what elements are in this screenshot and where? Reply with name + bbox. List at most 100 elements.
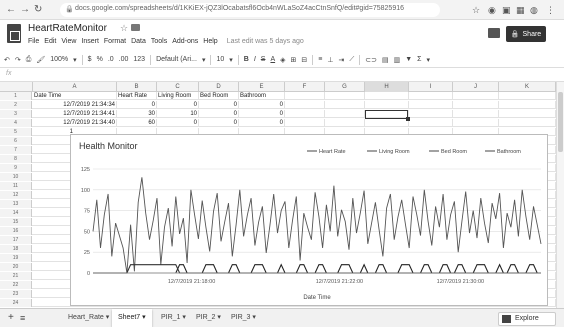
functions-button[interactable]: Σ [417, 56, 421, 63]
grid-cell[interactable]: 12/7/2019 21:34:34 [33, 101, 117, 109]
extension-icon[interactable]: ▦ [516, 4, 525, 16]
extension-icon[interactable]: ◍ [530, 4, 538, 16]
menu-format[interactable]: Format [104, 38, 126, 45]
grid-cell[interactable] [325, 101, 365, 109]
percent-format-button[interactable]: % [97, 56, 103, 63]
grid-cell[interactable] [453, 101, 499, 109]
menu-help[interactable]: Help [203, 38, 217, 45]
row-number[interactable]: 6 [0, 137, 32, 145]
scrollbar-thumb[interactable] [558, 92, 563, 152]
vertical-scrollbar[interactable] [556, 82, 564, 308]
grid-cell[interactable] [499, 92, 556, 100]
explore-button[interactable]: Explore [498, 312, 556, 326]
font-select[interactable]: Default (Ari... [156, 56, 197, 63]
paint-format-icon[interactable]: 🖌 [36, 56, 45, 64]
column-header-a[interactable]: A [33, 82, 117, 92]
grid-cell[interactable]: 60 [117, 119, 157, 127]
column-header-f[interactable]: F [285, 82, 325, 92]
row-number[interactable]: 9 [0, 164, 32, 172]
grid-cell[interactable] [365, 92, 409, 100]
text-color-button[interactable]: A [270, 56, 275, 63]
row-number[interactable]: 13 [0, 200, 32, 208]
grid-cell[interactable]: 0 [157, 119, 199, 127]
grid-cell[interactable]: Date Time [33, 92, 117, 100]
reload-icon[interactable]: ↻ [34, 3, 42, 17]
grid-cell[interactable]: 30 [117, 110, 157, 118]
grid-cell[interactable]: 0 [199, 101, 239, 109]
grid-cell[interactable]: 0 [239, 101, 285, 109]
grid-cell[interactable] [285, 92, 325, 100]
arrow-left-icon[interactable]: ← [6, 3, 16, 17]
rotate-icon[interactable]: ⟋ [349, 56, 354, 64]
wrap-icon[interactable]: ⇥ [338, 56, 344, 64]
align-left-icon[interactable]: ≡ [318, 56, 322, 63]
merge-cells-icon[interactable]: ⊟ [301, 56, 307, 64]
row-number[interactable]: 18 [0, 245, 32, 253]
formula-bar[interactable]: fx [0, 68, 564, 82]
row-number[interactable]: 21 [0, 272, 32, 280]
column-header-d[interactable]: D [199, 82, 239, 92]
grid-cell[interactable] [285, 101, 325, 109]
menu-tools[interactable]: Tools [151, 38, 167, 45]
grid-cell[interactable]: 12/7/2019 21:34:41 [33, 110, 117, 118]
grid-cell[interactable] [365, 119, 409, 127]
grid-cell[interactable]: Heart Rate [117, 92, 157, 100]
row-number[interactable]: 8 [0, 155, 32, 163]
grid-cell[interactable] [409, 92, 453, 100]
row-number[interactable]: 16 [0, 227, 32, 235]
row-number[interactable]: 1 [0, 92, 32, 100]
column-header-g[interactable]: G [325, 82, 365, 92]
bold-button[interactable]: B [244, 56, 249, 63]
grid-cell[interactable] [453, 92, 499, 100]
row-number[interactable]: 10 [0, 173, 32, 181]
grid-cell[interactable] [325, 110, 365, 118]
row-number[interactable]: 4 [0, 119, 32, 127]
last-edit-link[interactable]: Last edit was 5 days ago [227, 38, 304, 45]
chevron-down-icon[interactable]: ▾ [73, 56, 77, 64]
chart-icon[interactable]: ▥ [394, 56, 401, 64]
row-number[interactable]: 15 [0, 218, 32, 226]
column-header-e[interactable]: E [239, 82, 285, 92]
column-header-j[interactable]: J [453, 82, 499, 92]
currency-format-button[interactable]: $ [88, 56, 92, 63]
all-sheets-menu-icon[interactable]: ≡ [20, 313, 25, 323]
font-size-select[interactable]: 10 [216, 56, 224, 63]
grid-cell[interactable] [453, 110, 499, 118]
decrease-decimal-button[interactable]: .0 [108, 56, 114, 63]
italic-button[interactable]: I [254, 56, 256, 63]
sheet-tab-pir-1[interactable]: PIR_1 ▾ [155, 309, 192, 327]
valign-icon[interactable]: ⊥ [327, 56, 333, 64]
undo-icon[interactable]: ↶ [4, 56, 10, 64]
link-icon[interactable]: ⊂⊃ [365, 56, 377, 64]
address-bar[interactable]: 🔒 docs.google.com/spreadsheets/d/1KKiEX-… [60, 3, 440, 17]
row-number[interactable]: 5 [0, 128, 32, 136]
sheets-logo-icon[interactable] [7, 24, 21, 43]
sheet-tab-pir-2[interactable]: PIR_2 ▾ [190, 309, 227, 327]
zoom-select[interactable]: 100% [50, 56, 68, 63]
row-number[interactable]: 14 [0, 209, 32, 217]
menu-data[interactable]: Data [131, 38, 146, 45]
filter-icon[interactable]: ▼ [405, 56, 412, 63]
column-header-c[interactable]: C [157, 82, 199, 92]
increase-decimal-button[interactable]: .00 [119, 56, 129, 63]
sheet-tab-pir-3[interactable]: PIR_3 ▾ [225, 309, 262, 327]
column-header-k[interactable]: K [499, 82, 556, 92]
row-number[interactable]: 3 [0, 110, 32, 118]
fill-color-icon[interactable]: ◈ [280, 56, 285, 64]
row-number[interactable]: 12 [0, 191, 32, 199]
column-header-i[interactable]: I [409, 82, 453, 92]
redo-icon[interactable]: ↷ [15, 56, 21, 64]
chevron-down-icon[interactable]: ▾ [229, 56, 233, 64]
kebab-menu-icon[interactable]: ⋮ [546, 4, 555, 16]
grid-cell[interactable]: 0 [239, 119, 285, 127]
column-header-h[interactable]: H [365, 82, 409, 92]
row-number[interactable]: 22 [0, 281, 32, 289]
row-number[interactable]: 19 [0, 254, 32, 262]
row-number[interactable]: 2 [0, 101, 32, 109]
comment-icon[interactable] [488, 28, 500, 38]
sheet-tab-sheet7[interactable]: Sheet7 ▾ [112, 309, 152, 327]
sheet-tab-heart-rate[interactable]: Heart_Rate ▾ [62, 309, 115, 327]
grid-cell[interactable]: 12/7/2019 21:34:40 [33, 119, 117, 127]
star-icon[interactable]: ☆ [120, 23, 128, 34]
grid-cell[interactable]: 0 [199, 119, 239, 127]
